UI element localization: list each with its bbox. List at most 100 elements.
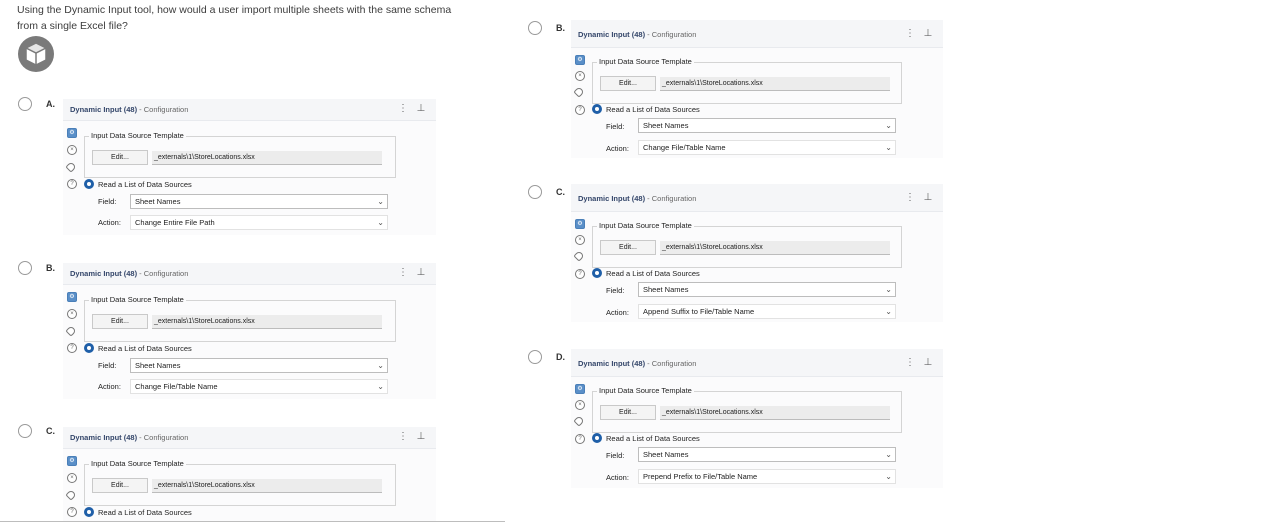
edit-button[interactable]: Edit... xyxy=(92,314,148,329)
panel-title: Dynamic Input (48) - Configuration xyxy=(70,269,189,278)
settings-icon[interactable]: ⚙ xyxy=(67,128,77,138)
action-select[interactable]: Change Entire File Path ⌄ xyxy=(130,215,388,230)
tag-icon[interactable] xyxy=(573,86,585,98)
panel-title: Dynamic Input (48) - Configuration xyxy=(70,433,189,442)
field-select[interactable]: Sheet Names ⌄ xyxy=(130,358,388,373)
pin-icon[interactable]: ⊥ xyxy=(415,103,427,114)
pin-icon[interactable]: ⊥ xyxy=(415,267,427,278)
settings-icon[interactable]: ⚙ xyxy=(67,292,77,302)
tag-icon[interactable] xyxy=(65,489,77,501)
edit-button[interactable]: Edit... xyxy=(600,76,656,91)
pin-icon[interactable]: ⊥ xyxy=(922,357,934,368)
panel-header: Dynamic Input (48) - Configuration ⋮ ⊥ xyxy=(571,20,943,48)
settings-icon[interactable]: ⚙ xyxy=(575,384,585,394)
read-list-radio[interactable] xyxy=(84,507,94,517)
menu-dots-icon[interactable]: ⋮ xyxy=(397,431,409,442)
read-list-label: Read a List of Data Sources xyxy=(98,344,192,353)
divider-line xyxy=(0,521,505,522)
settings-icon[interactable]: ⚙ xyxy=(67,456,77,466)
edit-button[interactable]: Edit... xyxy=(600,405,656,420)
read-list-radio[interactable] xyxy=(84,179,94,189)
close-circle-icon[interactable]: × xyxy=(575,235,585,245)
template-group: Input Data Source Template Edit... _exte… xyxy=(84,131,396,178)
template-label: Input Data Source Template xyxy=(597,386,694,395)
option-a-radio[interactable] xyxy=(18,97,32,111)
option-c-radio[interactable] xyxy=(18,424,32,438)
read-list-radio[interactable] xyxy=(84,343,94,353)
option-b-radio[interactable] xyxy=(18,261,32,275)
template-group: Input Data Source Template Edit... _exte… xyxy=(592,57,902,104)
close-circle-icon[interactable]: × xyxy=(67,473,77,483)
settings-icon[interactable]: ⚙ xyxy=(575,55,585,65)
option-c-right-panel: Dynamic Input (48) - Configuration ⋮ ⊥ ⚙… xyxy=(571,184,943,322)
menu-dots-icon[interactable]: ⋮ xyxy=(397,103,409,114)
action-label: Action: xyxy=(98,382,121,391)
read-list-radio[interactable] xyxy=(592,104,602,114)
chevron-down-icon: ⌄ xyxy=(377,197,384,206)
option-c-right-letter: C. xyxy=(556,187,565,197)
close-circle-icon[interactable]: × xyxy=(67,309,77,319)
help-icon[interactable]: ? xyxy=(575,269,585,279)
read-list-label: Read a List of Data Sources xyxy=(606,269,700,278)
path-field[interactable]: _externals\1\StoreLocations.xlsx xyxy=(152,315,382,329)
chevron-down-icon: ⌄ xyxy=(885,143,892,152)
close-circle-icon[interactable]: × xyxy=(575,71,585,81)
option-b-right-letter: B. xyxy=(556,23,565,33)
template-group: Input Data Source Template Edit... _exte… xyxy=(84,459,396,506)
pin-icon[interactable]: ⊥ xyxy=(922,192,934,203)
tag-icon[interactable] xyxy=(573,415,585,427)
path-field[interactable]: _externals\1\StoreLocations.xlsx xyxy=(152,151,382,165)
field-select[interactable]: Sheet Names ⌄ xyxy=(638,447,896,462)
close-circle-icon[interactable]: × xyxy=(67,145,77,155)
field-select[interactable]: Sheet Names ⌄ xyxy=(638,282,896,297)
read-list-radio[interactable] xyxy=(592,268,602,278)
field-select[interactable]: Sheet Names ⌄ xyxy=(638,118,896,133)
question-line-2: from a single Excel file? xyxy=(17,20,128,32)
settings-icon[interactable]: ⚙ xyxy=(575,219,585,229)
menu-dots-icon[interactable]: ⋮ xyxy=(397,267,409,278)
field-label: Field: xyxy=(606,122,625,131)
edit-button[interactable]: Edit... xyxy=(92,150,148,165)
read-list-label: Read a List of Data Sources xyxy=(98,180,192,189)
close-circle-icon[interactable]: × xyxy=(575,400,585,410)
path-field[interactable]: _externals\1\StoreLocations.xlsx xyxy=(152,479,382,493)
field-label: Field: xyxy=(606,451,625,460)
help-icon[interactable]: ? xyxy=(67,179,77,189)
path-field[interactable]: _externals\1\StoreLocations.xlsx xyxy=(660,406,890,420)
help-icon[interactable]: ? xyxy=(575,434,585,444)
tag-icon[interactable] xyxy=(65,161,77,173)
option-d-letter: D. xyxy=(556,352,565,362)
template-group: Input Data Source Template Edit... _exte… xyxy=(592,386,902,433)
template-group: Input Data Source Template Edit... _exte… xyxy=(592,221,902,268)
edit-button[interactable]: Edit... xyxy=(600,240,656,255)
chevron-down-icon: ⌄ xyxy=(885,450,892,459)
field-select[interactable]: Sheet Names ⌄ xyxy=(130,194,388,209)
path-field[interactable]: _externals\1\StoreLocations.xlsx xyxy=(660,77,890,91)
action-select[interactable]: Change File/Table Name ⌄ xyxy=(638,140,896,155)
tag-icon[interactable] xyxy=(65,325,77,337)
action-label: Action: xyxy=(98,218,121,227)
pin-icon[interactable]: ⊥ xyxy=(922,28,934,39)
menu-dots-icon[interactable]: ⋮ xyxy=(904,357,916,368)
edit-button[interactable]: Edit... xyxy=(92,478,148,493)
pin-icon[interactable]: ⊥ xyxy=(415,431,427,442)
option-b-right-radio[interactable] xyxy=(528,21,542,35)
help-icon[interactable]: ? xyxy=(575,105,585,115)
menu-dots-icon[interactable]: ⋮ xyxy=(904,28,916,39)
help-icon[interactable]: ? xyxy=(67,507,77,517)
template-label: Input Data Source Template xyxy=(89,131,186,140)
action-select[interactable]: Append Suffix to File/Table Name ⌄ xyxy=(638,304,896,319)
panel-title: Dynamic Input (48) - Configuration xyxy=(578,194,697,203)
path-field[interactable]: _externals\1\StoreLocations.xlsx xyxy=(660,241,890,255)
tag-icon[interactable] xyxy=(573,250,585,262)
action-select[interactable]: Change File/Table Name ⌄ xyxy=(130,379,388,394)
question-text: Using the Dynamic Input tool, how would … xyxy=(17,2,497,34)
option-d-radio[interactable] xyxy=(528,350,542,364)
read-list-radio[interactable] xyxy=(592,433,602,443)
template-label: Input Data Source Template xyxy=(597,221,694,230)
chevron-down-icon: ⌄ xyxy=(377,361,384,370)
action-select[interactable]: Prepend Prefix to File/Table Name ⌄ xyxy=(638,469,896,484)
help-icon[interactable]: ? xyxy=(67,343,77,353)
menu-dots-icon[interactable]: ⋮ xyxy=(904,192,916,203)
option-c-right-radio[interactable] xyxy=(528,185,542,199)
